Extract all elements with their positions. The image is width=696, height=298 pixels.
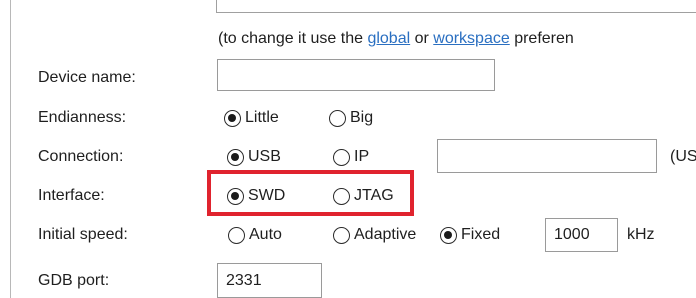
device-name-label: Device name: bbox=[38, 69, 136, 86]
speed-unit-label: kHz bbox=[627, 226, 655, 243]
connection-ip-address-field[interactable] bbox=[437, 139, 657, 173]
connection-usb-radio[interactable]: USB bbox=[227, 145, 281, 169]
endianness-little-label: Little bbox=[245, 109, 279, 126]
radio-unselected-icon bbox=[333, 148, 350, 166]
radio-unselected-icon bbox=[333, 226, 350, 244]
connection-ip-radio[interactable]: IP bbox=[333, 145, 369, 169]
interface-label: Interface: bbox=[38, 187, 105, 204]
gdb-port-field[interactable]: 2331 bbox=[217, 263, 322, 298]
connection-label: Connection: bbox=[38, 148, 124, 165]
radio-selected-icon bbox=[227, 148, 244, 166]
clipped-top-field bbox=[216, 0, 696, 13]
workspace-preferences-link[interactable]: workspace bbox=[433, 30, 509, 47]
preferences-note-prefix: (to change it use the bbox=[218, 30, 368, 47]
radio-unselected-icon bbox=[329, 109, 346, 127]
speed-adaptive-radio[interactable]: Adaptive bbox=[333, 223, 439, 247]
endianness-label: Endianness: bbox=[38, 109, 127, 126]
speed-fixed-value-field[interactable]: 1000 bbox=[545, 218, 618, 252]
panel-left-border bbox=[10, 0, 11, 298]
gdb-port-label: GDB port: bbox=[38, 272, 110, 289]
initial-speed-label: Initial speed: bbox=[38, 226, 128, 243]
speed-adaptive-label: Adaptive bbox=[354, 226, 417, 243]
radio-selected-icon bbox=[224, 109, 241, 127]
speed-fixed-label: Fixed bbox=[461, 226, 501, 243]
radio-selected-icon bbox=[440, 226, 457, 244]
device-name-field[interactable] bbox=[217, 59, 495, 91]
preferences-note-middle: or bbox=[410, 30, 434, 47]
connection-trailing-text: (US bbox=[670, 148, 696, 165]
interface-highlight-box bbox=[207, 170, 414, 216]
connection-usb-label: USB bbox=[248, 148, 281, 165]
preferences-note: (to change it use the global or workspac… bbox=[218, 30, 574, 48]
global-preferences-link[interactable]: global bbox=[367, 30, 410, 47]
endianness-little-radio[interactable]: Little bbox=[224, 106, 279, 130]
speed-auto-label: Auto bbox=[249, 226, 282, 243]
radio-unselected-icon bbox=[228, 226, 245, 244]
connection-ip-label: IP bbox=[354, 148, 370, 165]
speed-auto-radio[interactable]: Auto bbox=[228, 223, 282, 247]
endianness-big-radio[interactable]: Big bbox=[329, 106, 373, 130]
speed-fixed-radio[interactable]: Fixed bbox=[440, 223, 500, 247]
endianness-big-label: Big bbox=[350, 109, 374, 126]
debugger-settings-panel: (to change it use the global or workspac… bbox=[0, 0, 696, 298]
preferences-note-suffix: preferen bbox=[509, 30, 574, 47]
